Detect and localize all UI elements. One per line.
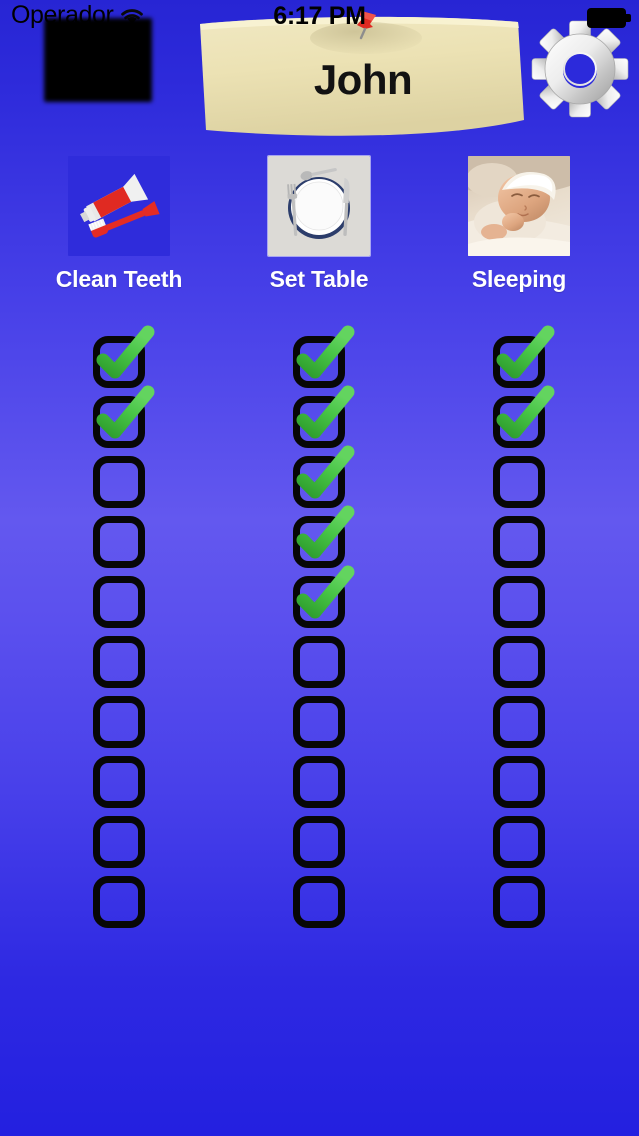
checkbox-column-2 (419, 325, 619, 936)
checkbox-c1-r2[interactable] (293, 445, 355, 508)
activity-column-header-1[interactable]: Set Table (219, 150, 419, 293)
checkbox-c2-r9[interactable] (493, 876, 545, 928)
checkbox-box (293, 876, 345, 928)
checkbox-box (293, 696, 345, 748)
checkbox-c2-r7[interactable] (493, 756, 545, 808)
battery-icon (587, 8, 631, 28)
activity-column-header-2[interactable]: Sleeping (419, 150, 619, 293)
checkbox-c0-r8[interactable] (93, 816, 145, 868)
checkbox-box (293, 396, 345, 448)
checkbox-c2-r5[interactable] (493, 636, 545, 688)
checkbox-box (293, 336, 345, 388)
checkbox-box (493, 636, 545, 688)
checkbox-box (493, 756, 545, 808)
checkbox-box (93, 756, 145, 808)
toothbrush-toothpaste-image (68, 156, 170, 256)
checkbox-box (93, 816, 145, 868)
checkbox-box (293, 756, 345, 808)
checkbox-box (93, 636, 145, 688)
checkbox-box (493, 336, 545, 388)
activity-label-0: Clean Teeth (55, 266, 183, 292)
checkbox-c1-r7[interactable] (293, 756, 345, 808)
checkbox-c0-r1[interactable] (93, 385, 155, 448)
checkbox-c0-r4[interactable] (93, 576, 145, 628)
checkbox-c2-r6[interactable] (493, 696, 545, 748)
checkbox-column-1 (219, 325, 419, 936)
checkbox-box (93, 456, 145, 508)
checkbox-c2-r3[interactable] (493, 516, 545, 568)
activity-label-1: Set Table (269, 266, 369, 292)
checkbox-c1-r8[interactable] (293, 816, 345, 868)
checkbox-box (493, 576, 545, 628)
activity-label-2: Sleeping (471, 266, 567, 292)
checkbox-box (93, 576, 145, 628)
activity-column-header-0[interactable]: Clean Teeth (19, 150, 219, 293)
checkbox-c1-r6[interactable] (293, 696, 345, 748)
checkbox-box (493, 456, 545, 508)
checkbox-grid (0, 325, 639, 928)
checkbox-c0-r5[interactable] (93, 636, 145, 688)
checkbox-c0-r3[interactable] (93, 516, 145, 568)
checkbox-c2-r0[interactable] (493, 325, 555, 388)
checkbox-c2-r2[interactable] (493, 456, 545, 508)
checkbox-c1-r9[interactable] (293, 876, 345, 928)
checkbox-box (293, 816, 345, 868)
redaction-box (44, 18, 152, 102)
checkbox-column-0 (19, 325, 219, 936)
battery-body (587, 8, 626, 28)
checkbox-c2-r8[interactable] (493, 816, 545, 868)
checkbox-c0-r0[interactable] (93, 325, 155, 388)
checkbox-c0-r6[interactable] (93, 696, 145, 748)
checkbox-box (293, 516, 345, 568)
checkbox-box (293, 456, 345, 508)
checkbox-box (293, 636, 345, 688)
checkbox-box (493, 516, 545, 568)
checkbox-c1-r1[interactable] (293, 385, 355, 448)
checkbox-c1-r3[interactable] (293, 505, 355, 568)
checkbox-box (93, 696, 145, 748)
checkbox-c2-r4[interactable] (493, 576, 545, 628)
checkbox-c1-r5[interactable] (293, 636, 345, 688)
checkbox-c0-r7[interactable] (93, 756, 145, 808)
checkbox-box (493, 816, 545, 868)
checkbox-box (93, 336, 145, 388)
activity-headers: Clean Teeth Set Table Sleeping (0, 150, 639, 300)
checkbox-box (493, 396, 545, 448)
battery-tip (626, 14, 631, 22)
checkbox-c1-r0[interactable] (293, 325, 355, 388)
sleeping-baby-image (468, 156, 570, 256)
checkbox-box (493, 876, 545, 928)
place-setting-image (268, 156, 370, 256)
checkbox-box (93, 516, 145, 568)
checkbox-c2-r1[interactable] (493, 385, 555, 448)
checkbox-box (293, 576, 345, 628)
checkbox-c0-r9[interactable] (93, 876, 145, 928)
child-name: John (313, 56, 413, 103)
checkbox-c1-r4[interactable] (293, 565, 355, 628)
checkbox-c0-r2[interactable] (93, 456, 145, 508)
app-root: Operador 6:17 PM John Clean Teeth Set Ta… (0, 0, 639, 1136)
checkbox-box (493, 696, 545, 748)
checkbox-box (93, 396, 145, 448)
checkbox-box (93, 876, 145, 928)
